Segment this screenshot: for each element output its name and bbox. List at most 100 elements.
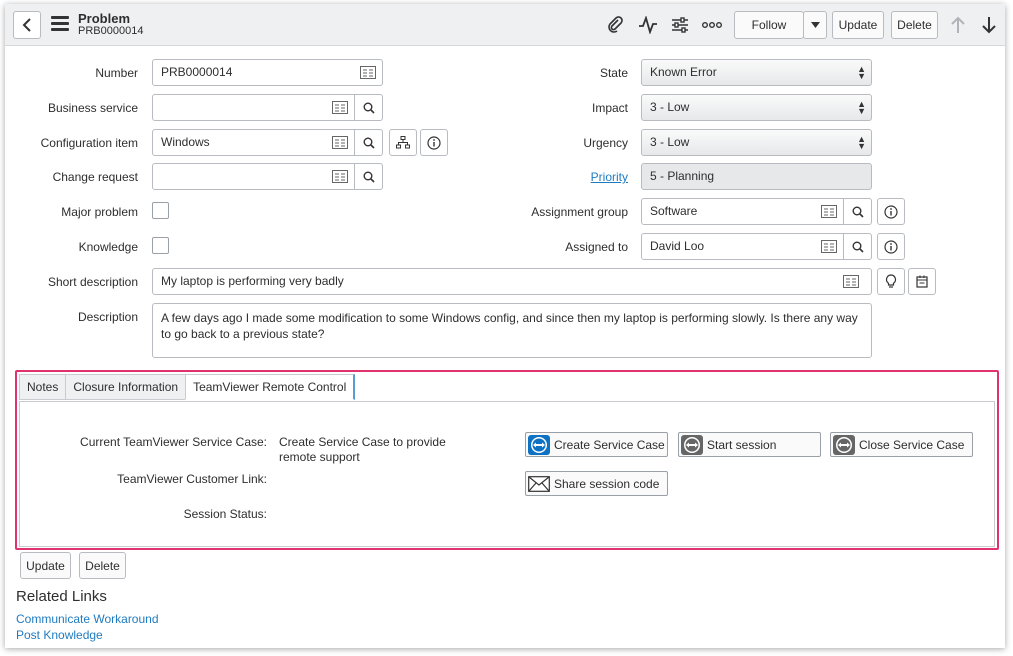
state-value: Known Error: [650, 65, 717, 79]
select-arrows-icon: ▲ ▼: [857, 99, 866, 116]
follow-button[interactable]: Follow: [734, 11, 804, 39]
reference-card-icon[interactable]: [332, 170, 348, 183]
settings-sliders-icon[interactable]: [669, 14, 691, 36]
tab-section-highlight: Notes Closure Information TeamViewer Rem…: [15, 370, 999, 550]
reference-card-icon[interactable]: [332, 101, 348, 114]
assigned-to-lookup-button[interactable]: [843, 234, 871, 259]
tab-notes[interactable]: Notes: [19, 374, 67, 400]
select-arrows-icon: ▲ ▼: [857, 64, 866, 81]
urgency-select[interactable]: 3 - Low ▲ ▼: [641, 129, 872, 156]
search-icon: [363, 137, 375, 149]
teamviewer-logo-icon: [833, 434, 855, 455]
related-links-title: Related Links: [16, 588, 107, 605]
reference-card-icon[interactable]: [843, 275, 859, 288]
urgency-label: Urgency: [583, 136, 628, 150]
lightbulb-icon: [885, 274, 897, 288]
menu-icon[interactable]: [51, 16, 69, 32]
knowledge-checkbox[interactable]: [152, 237, 169, 254]
assigned-to-info-button[interactable]: [877, 233, 905, 260]
start-session-button[interactable]: Start session: [678, 432, 821, 457]
reference-card-icon[interactable]: [360, 66, 376, 79]
record-title: Problem: [78, 11, 131, 26]
arrow-down-icon[interactable]: [978, 14, 1000, 36]
assigned-to-field[interactable]: David Loo: [641, 233, 872, 260]
problem-form-window: Problem PRB0000014 Follow Update Delete …: [5, 4, 1005, 648]
impact-select[interactable]: 3 - Low ▲ ▼: [641, 94, 872, 121]
configuration-item-field[interactable]: Windows: [152, 129, 383, 156]
service-case-label: Current TeamViewer Service Case:: [80, 435, 267, 449]
change-request-field[interactable]: [152, 163, 383, 190]
major-problem-checkbox[interactable]: [152, 202, 169, 219]
state-label: State: [599, 66, 628, 80]
record-number: PRB0000014: [78, 25, 144, 37]
change-request-lookup-button[interactable]: [354, 164, 382, 189]
assignment-group-label: Assignment group: [531, 205, 628, 219]
description-label: Description: [77, 310, 138, 324]
arrow-up-icon[interactable]: [947, 14, 969, 36]
configuration-item-lookup-button[interactable]: [354, 130, 382, 155]
info-icon: [884, 239, 898, 254]
search-icon: [363, 102, 375, 114]
caret-down-icon: [810, 22, 820, 28]
chevron-left-icon: [22, 18, 31, 32]
select-arrows-icon: ▲ ▼: [857, 134, 866, 151]
impact-value: 3 - Low: [650, 100, 690, 114]
state-select[interactable]: Known Error ▲ ▼: [641, 59, 872, 86]
assignment-group-lookup-button[interactable]: [843, 199, 871, 224]
reference-card-icon[interactable]: [821, 205, 837, 218]
urgency-value: 3 - Low: [650, 135, 690, 149]
search-icon: [363, 171, 375, 183]
info-icon: [884, 204, 898, 219]
post-knowledge-link[interactable]: Post Knowledge: [16, 628, 103, 642]
search-icon: [852, 241, 864, 253]
number-field[interactable]: PRB0000014: [152, 59, 383, 86]
create-service-case-button[interactable]: Create Service Case: [525, 432, 668, 457]
tab-closure-information[interactable]: Closure Information: [65, 374, 187, 400]
follow-dropdown-button[interactable]: [803, 11, 827, 39]
major-problem-label: Major problem: [61, 205, 138, 219]
short-description-field[interactable]: My laptop is performing very badly: [152, 268, 872, 295]
priority-field: 5 - Planning: [641, 163, 872, 190]
share-session-code-button[interactable]: Share session code: [525, 471, 668, 496]
bottom-update-button[interactable]: Update: [20, 552, 71, 579]
configuration-item-label: Configuration item: [40, 136, 138, 150]
teamviewer-logo-icon: [528, 434, 550, 455]
search-icon: [852, 206, 864, 218]
form-header: Problem PRB0000014 Follow Update Delete: [5, 4, 1005, 46]
bottom-delete-button[interactable]: Delete: [79, 552, 126, 579]
assignment-group-field[interactable]: Software: [641, 198, 872, 225]
reference-card-icon[interactable]: [332, 136, 348, 149]
priority-link[interactable]: Priority: [485, 170, 628, 184]
close-service-case-button[interactable]: Close Service Case: [830, 432, 973, 457]
dependency-map-button[interactable]: [389, 129, 417, 156]
tab-teamviewer-remote-control[interactable]: TeamViewer Remote Control: [185, 374, 356, 400]
business-service-label: Business service: [47, 101, 138, 115]
more-options-icon[interactable]: [701, 14, 723, 36]
customer-link-label: TeamViewer Customer Link:: [117, 472, 267, 486]
update-button[interactable]: Update: [832, 11, 884, 39]
delete-button[interactable]: Delete: [891, 11, 938, 39]
info-icon: [427, 135, 441, 150]
suggestion-button[interactable]: [877, 268, 905, 295]
template-button[interactable]: [908, 268, 936, 295]
assigned-to-value: David Loo: [650, 239, 705, 253]
paperclip-icon[interactable]: [604, 14, 626, 36]
knowledge-label: Knowledge: [78, 240, 138, 254]
business-service-field[interactable]: [152, 94, 383, 121]
activity-icon[interactable]: [637, 14, 659, 36]
number-value: PRB0000014: [161, 65, 233, 79]
reference-card-icon[interactable]: [821, 240, 837, 253]
communicate-workaround-link[interactable]: Communicate Workaround: [16, 612, 159, 626]
business-service-lookup-button[interactable]: [354, 95, 382, 120]
session-status-label: Session Status:: [183, 507, 267, 521]
priority-value: 5 - Planning: [650, 169, 715, 183]
hierarchy-icon: [396, 136, 410, 149]
teamviewer-panel: Current TeamViewer Service Case: Create …: [19, 401, 995, 547]
assigned-to-label: Assigned to: [565, 240, 628, 254]
description-textarea[interactable]: A few days ago I made some modification …: [152, 303, 872, 358]
service-case-value: Create Service Case to provide remote su…: [279, 435, 446, 464]
assignment-group-info-button[interactable]: [877, 198, 905, 225]
configuration-item-info-button[interactable]: [420, 129, 448, 156]
teamviewer-logo-icon: [681, 434, 703, 455]
back-button[interactable]: [13, 11, 41, 39]
